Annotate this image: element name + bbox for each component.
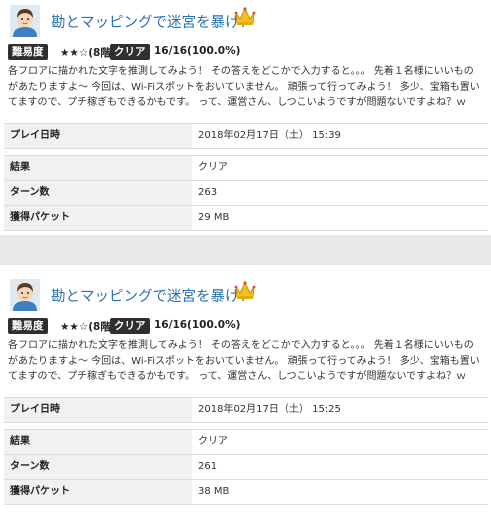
table-row: 結果 クリア <box>4 430 488 455</box>
dungeon-title-link[interactable]: 勘とマッピングで迷宮を暴け！ <box>51 285 254 306</box>
crown-icon <box>234 7 256 25</box>
row-value: 261 <box>198 461 218 472</box>
dungeon-title-link[interactable]: 勘とマッピングで迷宮を暴け！ <box>51 11 254 32</box>
table-row: 獲得パケット 38 MB <box>4 480 488 505</box>
male-avatar-icon <box>10 5 40 37</box>
table-gap <box>4 423 488 430</box>
row-value: クリア <box>198 436 228 447</box>
dungeon-entry: 勘とマッピングで迷宮を暴け！ 難易度 ★★☆(8階) クリア 16/16(100… <box>0 279 491 513</box>
row-label: プレイ日時 <box>4 124 192 148</box>
row-value: クリア <box>198 162 228 173</box>
table-row: プレイ日時 2018年02月17日（土） 15:25 <box>4 398 488 423</box>
difficulty-row: 難易度 ★★☆(8階) クリア 16/16(100.0%) <box>8 318 488 336</box>
entry-separator <box>0 235 491 265</box>
row-label: 獲得パケット <box>4 480 192 504</box>
clear-stats: 16/16(100.0%) <box>154 45 241 57</box>
row-value: 263 <box>198 187 218 198</box>
entry-header: 勘とマッピングで迷宮を暴け！ <box>6 279 486 313</box>
row-value: 38 MB <box>198 486 230 497</box>
table-row: ターン数 263 <box>4 181 488 206</box>
dungeon-description: 各フロアに描かれた文字を推測してみよう！ その答えをどこかで入力すると。。。 先… <box>8 66 480 108</box>
entry-header: 勘とマッピングで迷宮を暴け！ <box>6 5 486 39</box>
male-avatar-icon <box>10 279 40 311</box>
row-value: 2018年02月17日（土） 15:39 <box>198 130 341 141</box>
difficulty-stars: ★★☆(8階) <box>60 321 116 333</box>
row-label: 結果 <box>4 430 192 454</box>
result-table: プレイ日時 2018年02月17日（土） 15:39 結果 クリア ターン数 2… <box>4 123 488 231</box>
clear-badge: クリア <box>110 44 150 60</box>
table-row: 獲得パケット 29 MB <box>4 206 488 231</box>
clear-stats: 16/16(100.0%) <box>154 319 241 331</box>
table-row: プレイ日時 2018年02月17日（土） 15:39 <box>4 124 488 149</box>
row-label: ターン数 <box>4 181 192 205</box>
table-row: 結果 クリア <box>4 156 488 181</box>
row-label: 獲得パケット <box>4 206 192 230</box>
difficulty-badge: 難易度 <box>8 44 48 60</box>
row-label: 結果 <box>4 156 192 180</box>
dungeon-entry: 勘とマッピングで迷宮を暴け！ 難易度 ★★☆(8階) クリア 16/16(100… <box>0 5 491 235</box>
row-label: ターン数 <box>4 455 192 479</box>
difficulty-row: 難易度 ★★☆(8階) クリア 16/16(100.0%) <box>8 44 488 62</box>
crown-icon <box>234 281 256 299</box>
table-gap <box>4 149 488 156</box>
difficulty-badge: 難易度 <box>8 318 48 334</box>
table-row: ターン数 261 <box>4 455 488 480</box>
result-table: プレイ日時 2018年02月17日（土） 15:25 結果 クリア ターン数 2… <box>4 397 488 505</box>
clear-badge: クリア <box>110 318 150 334</box>
row-value: 29 MB <box>198 212 230 223</box>
difficulty-stars: ★★☆(8階) <box>60 47 116 59</box>
row-value: 2018年02月17日（土） 15:25 <box>198 404 341 415</box>
dungeon-description: 各フロアに描かれた文字を推測してみよう！ その答えをどこかで入力すると。。。 先… <box>8 340 480 382</box>
row-label: プレイ日時 <box>4 398 192 422</box>
